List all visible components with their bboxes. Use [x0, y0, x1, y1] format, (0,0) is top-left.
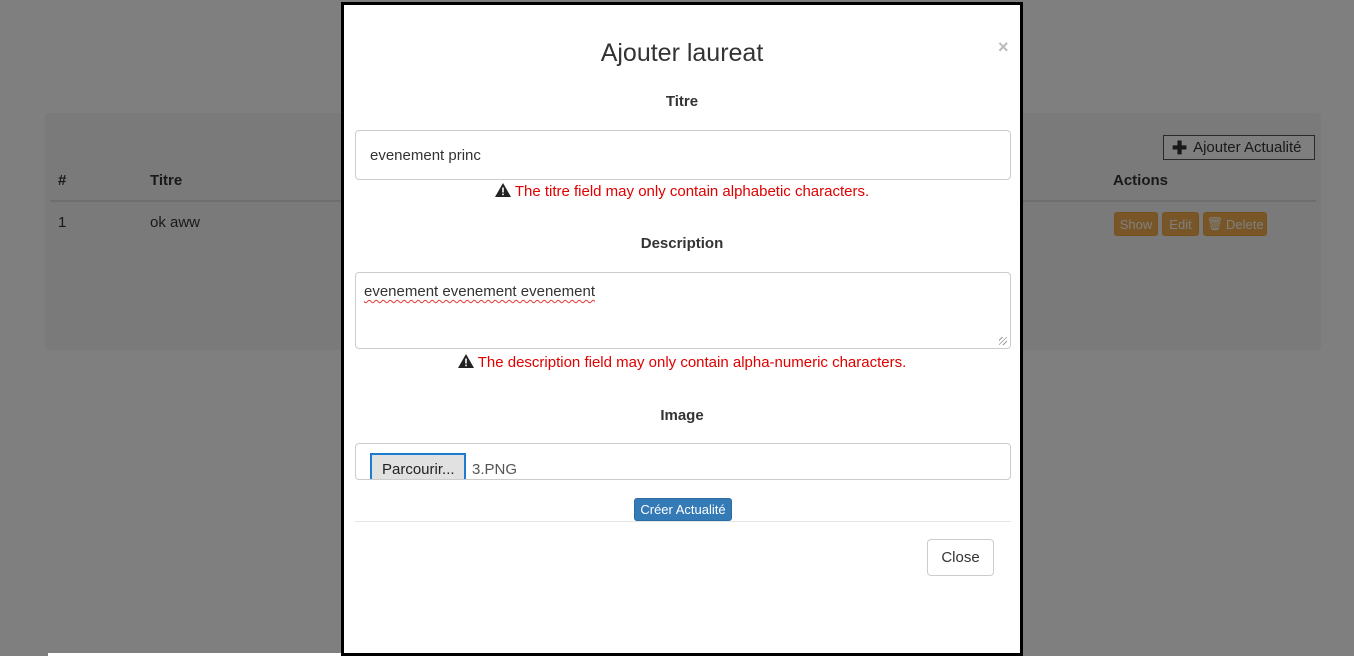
- description-textarea[interactable]: evenement evenement evenement: [355, 272, 1011, 349]
- modal-footer-divider: [355, 521, 1011, 522]
- close-icon[interactable]: ×: [998, 38, 1009, 56]
- selected-file-name: 3.PNG: [472, 461, 518, 478]
- image-label: Image: [660, 407, 704, 424]
- titre-label: Titre: [665, 93, 699, 110]
- titre-error: The titre field may only contain alphabe…: [344, 183, 1020, 200]
- browse-button[interactable]: Parcourir...: [370, 453, 466, 479]
- add-laureat-modal: Ajouter laureat × Titre evenement princ …: [341, 2, 1023, 656]
- titre-input[interactable]: evenement princ: [355, 130, 1011, 180]
- description-error: The description field may only contain a…: [344, 354, 1020, 371]
- warning-triangle-icon: [457, 354, 474, 368]
- modal-title: Ajouter laureat: [600, 39, 764, 67]
- close-button[interactable]: Close: [927, 539, 994, 576]
- create-actualite-button[interactable]: Créer Actualité: [634, 498, 732, 521]
- description-value: evenement evenement evenement: [364, 283, 595, 300]
- image-file-input[interactable]: Parcourir... 3.PNG: [355, 443, 1011, 480]
- resize-handle[interactable]: [999, 337, 1007, 345]
- description-error-text: The description field may only contain a…: [477, 354, 907, 371]
- titre-error-text: The titre field may only contain alphabe…: [514, 183, 870, 200]
- description-label: Description: [640, 235, 724, 252]
- warning-triangle-icon: [494, 183, 511, 197]
